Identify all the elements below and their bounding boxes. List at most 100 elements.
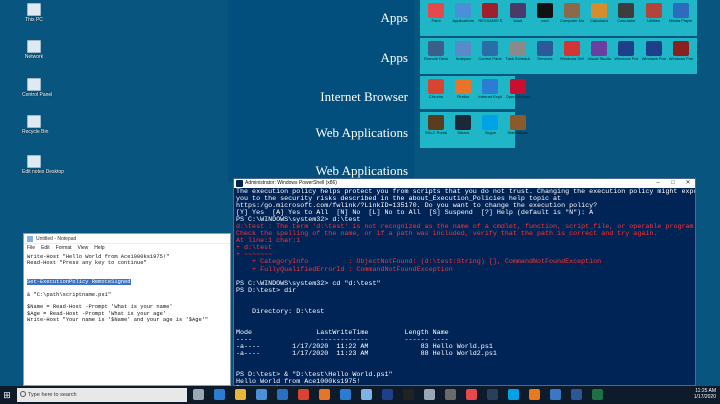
tile[interactable]: Firefox [451,79,475,99]
tile[interactable]: Calculator [614,3,638,23]
tile[interactable]: cmd [533,3,557,23]
tile-label: Windows PowerShell [641,56,666,61]
store-icon[interactable] [256,389,267,400]
desktop-shortcut[interactable]: Control Panel [22,78,52,98]
tile[interactable]: Vault [506,3,530,23]
chrome-icon [428,79,444,94]
tile[interactable]: Task Scheduler [506,41,530,61]
paint-icon[interactable] [466,389,477,400]
tile[interactable]: Control Panel [478,41,502,61]
tile[interactable]: Windows Defender [560,41,584,61]
vlc-icon[interactable] [529,389,540,400]
tile[interactable]: Services [533,41,557,61]
notepad-menu-item[interactable]: File [27,245,35,251]
tile[interactable]: Paint [424,3,448,23]
tile-label: Computer Management [560,18,584,23]
tile[interactable]: Windows PowerShell [669,41,693,61]
edge-icon[interactable] [214,389,225,400]
section-label: Web Applications [315,125,408,140]
opera-icon [509,79,526,94]
tile[interactable]: Notepad [451,41,475,61]
tile[interactable]: Windows PowerShell [614,41,638,61]
desktop-shortcut[interactable]: Edit notes Desktop [22,155,64,175]
explorer-icon[interactable] [235,389,246,400]
close-icon[interactable]: ✕ [681,179,695,188]
notepad-text-area[interactable]: Write-Host "Hello World from Ace1000ks19… [24,252,230,325]
calculator-icon [591,3,608,18]
tile-label: Services [537,56,553,61]
notepad-line-text: $Name = Read-Host -Prompt 'What is your … [27,304,173,311]
tile-label: StatusBase [507,130,528,135]
powershell-icon-2 [645,41,662,56]
visual-studio-icon [591,41,608,56]
notepad-line: Write-Host "Your name is '$Name' and you… [27,317,227,323]
task-view-icon[interactable] [193,389,204,400]
tile[interactable]: Media Player [669,3,693,23]
tile-label: Windows PowerShell [614,56,638,61]
ie-icon [482,79,499,94]
tile[interactable]: Internet Explorer [478,79,502,99]
ie-icon[interactable] [340,389,351,400]
tile[interactable]: Steam [451,115,475,135]
powershell-console[interactable]: The execution policy helps protect you f… [234,188,695,386]
calculator-icon[interactable] [445,389,456,400]
tile[interactable]: Opera Browser [506,79,530,99]
tile[interactable]: Calculator [587,3,611,23]
notepad-line-text: Write-Host "Hello World from Ace1000ks19… [27,254,170,260]
clock-date: 1/17/2020 [693,394,716,400]
tile[interactable]: SDLC Portal [424,115,448,135]
tile[interactable]: Computer Management [560,3,584,23]
notepad-menu-bar: File Edit Format View Help [24,244,230,252]
minimize-icon[interactable]: – [651,179,665,188]
tile[interactable]: Utilities [642,3,666,23]
tile[interactable]: Applications [451,3,475,23]
system-tray-clock[interactable]: 11:25 AM 1/17/2020 [694,388,716,400]
desktop-shortcut[interactable]: Recycle Bin [22,115,48,135]
task-scheduler-icon [509,41,526,56]
mail-icon[interactable] [277,389,288,400]
tile-label: Internet Explorer [478,94,502,99]
search-icon [20,391,26,397]
start-button[interactable]: ⊞ [0,386,14,404]
tile[interactable]: Windows PowerShell [642,41,666,61]
word-icon[interactable] [571,389,582,400]
tile[interactable]: REXXANSI Services [478,3,502,23]
steam-icon[interactable] [487,389,498,400]
notepad-menu-item[interactable]: View [78,245,89,251]
section-label: Web Applications [315,163,408,178]
notepad-window[interactable]: Untitled - Notepad File Edit Format View Hel… [23,233,231,386]
tile-label: Skype [484,130,496,135]
tile-label: cmd [541,18,549,23]
tile[interactable]: Skype [478,115,502,135]
excel-icon[interactable] [592,389,603,400]
desktop-shortcut[interactable]: Network [22,40,46,60]
tile[interactable]: Remote Desktop [424,41,448,61]
powershell-title-bar[interactable]: Administrator: Windows PowerShell (x86) … [234,179,695,188]
tile-group: Paint Applications REXXANSI Services Vault c… [420,0,697,36]
notepad-icon [455,41,472,56]
powershell-icon[interactable] [382,389,393,400]
search-placeholder: Type here to search [28,392,77,398]
chrome-icon[interactable] [298,389,309,400]
photos-icon[interactable] [550,389,561,400]
section-label-strip: Apps Apps Internet Browser Web Applications… [228,0,414,182]
sdlc-icon [428,115,444,130]
notepad-menu-item[interactable]: Format [56,245,72,251]
notepad-menu-item[interactable]: Edit [41,245,50,251]
notepad-title-bar[interactable]: Untitled - Notepad [24,234,230,244]
tile[interactable]: Visual Studio [587,41,611,61]
skype-icon[interactable] [508,389,519,400]
firefox-icon[interactable] [319,389,330,400]
taskbar-search-box[interactable]: Type here to search [17,388,187,402]
notepad-menu-item[interactable]: Help [94,245,104,251]
desktop-shortcut[interactable]: This PC [22,3,46,23]
notepad-icon[interactable] [361,389,372,400]
tile[interactable]: Chrome [424,79,448,99]
cmd-icon[interactable] [403,389,414,400]
tile[interactable]: StatusBase [506,115,530,135]
maximize-icon[interactable]: □ [666,179,680,188]
settings-icon[interactable] [424,389,435,400]
powershell-window[interactable]: Administrator: Windows PowerShell (x86) … [233,178,696,386]
console-line: Check the spelling of the name, or if a … [236,230,658,239]
